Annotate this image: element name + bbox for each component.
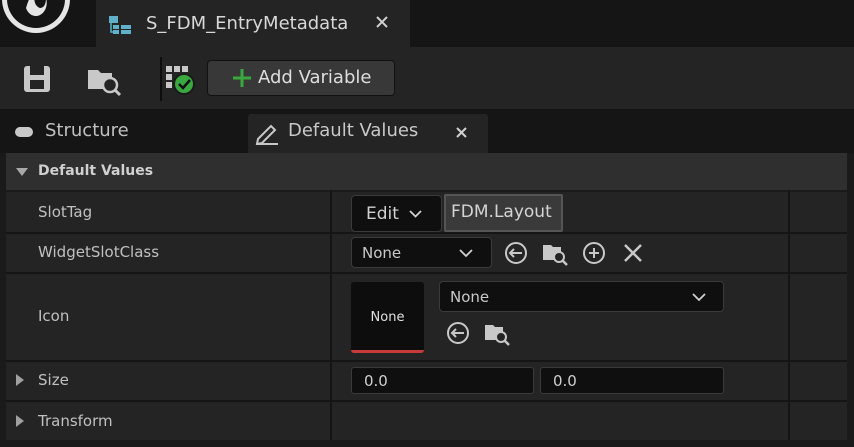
- structure-tab-label: Structure: [45, 120, 129, 141]
- size-y-field[interactable]: 0.0: [540, 367, 724, 394]
- document-tab-title: S_FDM_EntryMetadata: [146, 13, 349, 34]
- close-icon[interactable]: [456, 127, 467, 138]
- property-name-widgetslotclass: WidgetSlotClass: [38, 243, 160, 261]
- add-variable-button[interactable]: Add Variable: [207, 60, 395, 96]
- plus-icon: [233, 69, 251, 87]
- icon-asset-value: None: [450, 288, 490, 306]
- property-name-transform: Transform: [38, 412, 113, 430]
- property-name-icon: Icon: [38, 307, 70, 325]
- title-bar: S_FDM_EntryMetadata: [0, 0, 854, 47]
- collapse-arrow-icon: [16, 168, 28, 176]
- property-name-size: Size: [38, 371, 69, 389]
- section-title: Default Values: [38, 163, 154, 179]
- validate-check-icon[interactable]: [164, 62, 200, 98]
- size-x-value: 0.0: [364, 372, 388, 390]
- slottag-value: FDM.Layout: [451, 202, 552, 222]
- icon-asset-combo[interactable]: None: [439, 281, 724, 312]
- expand-arrow-icon[interactable]: [16, 415, 24, 427]
- property-name-slottag: SlotTag: [38, 203, 93, 221]
- panel-tab-bar: Structure Default Values: [0, 109, 854, 153]
- slottag-value-chip[interactable]: FDM.Layout: [444, 194, 563, 232]
- property-row-transform[interactable]: Transform: [6, 402, 847, 440]
- tab-default-values[interactable]: Default Values: [248, 114, 488, 153]
- structure-asset-icon: [109, 16, 131, 34]
- icon-thumbnail-label: None: [370, 310, 405, 325]
- column-splitter: [788, 190, 790, 440]
- browse-icon[interactable]: [86, 61, 122, 97]
- chevron-down-icon: [409, 210, 422, 218]
- toolbar: Add Variable: [0, 47, 854, 109]
- widgetslotclass-combo[interactable]: None: [351, 237, 492, 268]
- default-values-tab-label: Default Values: [288, 120, 419, 141]
- close-icon[interactable]: [376, 16, 388, 28]
- slottag-edit-button[interactable]: Edit: [351, 195, 442, 232]
- section-header-default-values[interactable]: Default Values: [6, 153, 847, 190]
- browse-icon[interactable]: [542, 240, 568, 266]
- size-y-value: 0.0: [553, 372, 577, 390]
- chevron-down-icon: [692, 293, 706, 302]
- save-icon[interactable]: [20, 61, 56, 97]
- add-variable-label: Add Variable: [258, 67, 372, 88]
- use-selected-icon[interactable]: [445, 320, 471, 346]
- column-splitter[interactable]: [330, 190, 332, 440]
- use-selected-icon[interactable]: [503, 240, 529, 266]
- slottag-edit-label: Edit: [366, 204, 399, 224]
- clear-icon[interactable]: [620, 240, 646, 266]
- size-x-field[interactable]: 0.0: [351, 367, 534, 394]
- add-icon[interactable]: [581, 240, 607, 266]
- chevron-down-icon: [459, 249, 473, 258]
- toolbar-separator: [160, 57, 162, 101]
- widgetslotclass-value: None: [362, 244, 402, 262]
- browse-icon[interactable]: [484, 320, 510, 346]
- pencil-icon: [255, 124, 278, 145]
- icon-thumbnail[interactable]: None: [351, 282, 424, 353]
- unreal-logo-icon[interactable]: [0, 0, 72, 34]
- document-tab[interactable]: S_FDM_EntryMetadata: [96, 0, 410, 47]
- structure-tab-icon: [15, 127, 33, 137]
- expand-arrow-icon[interactable]: [16, 374, 24, 386]
- tab-structure[interactable]: Structure: [0, 109, 240, 153]
